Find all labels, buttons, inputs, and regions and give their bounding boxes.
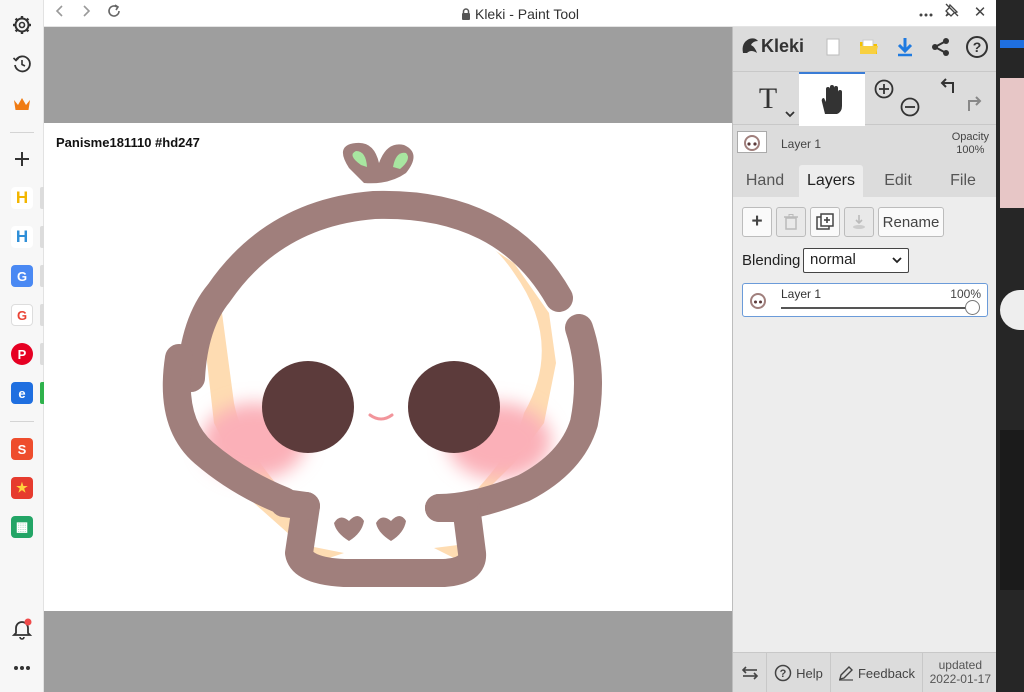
background-panel — [1000, 430, 1024, 590]
sidebar-divider — [10, 421, 34, 422]
tool-bar: T — [733, 71, 997, 126]
open-folder-icon[interactable] — [855, 33, 883, 61]
feedback-label: Feedback — [857, 665, 916, 681]
panel-topbar: Kleki ? — [733, 27, 997, 67]
more-horizontal-icon[interactable] — [916, 3, 936, 23]
lock-icon — [461, 7, 471, 23]
kleki-logo[interactable]: Kleki — [739, 35, 804, 57]
crown-icon[interactable] — [8, 90, 36, 118]
plus-icon[interactable] — [8, 145, 36, 173]
zoom-in-icon[interactable] — [873, 78, 895, 100]
chevron-down-icon — [892, 257, 902, 264]
hand-tool-button[interactable] — [799, 72, 865, 126]
more-horizontal-icon[interactable] — [8, 654, 36, 682]
redo-icon[interactable] — [963, 96, 985, 118]
help-circle-icon: ? — [774, 664, 792, 682]
unpin-icon[interactable] — [942, 3, 962, 23]
updated-info: updated 2022-01-17 — [930, 658, 991, 686]
current-layer-name: Layer 1 — [781, 137, 822, 151]
blending-label: Blending — [742, 252, 801, 269]
kleki-panel: Kleki ? T Layer 1 Opacity 100% Hand Laye… — [732, 27, 997, 692]
layer-item-name: Layer 1 — [781, 287, 822, 301]
character-artwork — [162, 142, 602, 587]
app-red-star-icon[interactable]: ★ — [8, 474, 36, 502]
duplicate-icon — [816, 213, 834, 230]
window-title: Kleki - Paint Tool — [44, 6, 996, 23]
canvas-caption: Panisme181110 #hd247 — [56, 135, 200, 150]
text-tool-button[interactable]: T — [741, 72, 795, 126]
current-layer-bar: Layer 1 Opacity 100% — [733, 125, 997, 163]
help-label: Help — [796, 665, 823, 681]
layer-item-opacity: 100% — [950, 287, 981, 301]
layer-item-thumbnail — [750, 293, 766, 309]
hand-icon — [821, 85, 842, 114]
rename-layer-button[interactable]: Rename — [878, 207, 944, 237]
zoom-out-icon[interactable] — [899, 96, 921, 118]
sheets-icon[interactable]: ▦ — [8, 513, 36, 541]
tab-hand[interactable]: Hand — [735, 165, 795, 197]
background-accent — [1000, 40, 1024, 48]
google-translate-icon[interactable]: G — [8, 262, 36, 290]
tab-edit[interactable]: Edit — [867, 165, 929, 197]
kleki-logo-icon — [742, 38, 758, 53]
history-controls — [933, 72, 993, 126]
trash-icon — [784, 214, 798, 230]
window-titlebar: Kleki - Paint Tool ✕ — [44, 0, 996, 27]
pinterest-icon[interactable]: P — [8, 340, 36, 368]
logo-text: Kleki — [761, 35, 805, 56]
help-button[interactable]: ? Help — [767, 653, 831, 692]
blending-select[interactable]: normal — [803, 248, 909, 273]
svg-text:?: ? — [973, 39, 982, 55]
undo-icon[interactable] — [937, 78, 959, 100]
background-avatar — [1000, 290, 1024, 330]
background-window-strip — [996, 0, 1024, 692]
app-h-1-icon[interactable]: H — [8, 184, 36, 212]
layers-tab-content: + Rename Blending normal Layer 1 100% — [733, 197, 997, 652]
tab-layers[interactable]: Layers — [799, 165, 863, 197]
new-file-icon[interactable] — [819, 33, 847, 61]
layer-opacity-readout[interactable]: Opacity 100% — [952, 131, 989, 157]
bell-icon[interactable] — [8, 615, 36, 643]
app-h-2-icon[interactable]: H — [8, 223, 36, 251]
opacity-value: 100% — [956, 144, 985, 156]
tab-file[interactable]: File — [933, 165, 993, 197]
add-layer-button[interactable]: + — [742, 207, 772, 237]
blending-value: normal — [810, 251, 856, 268]
layer-opacity-slider-knob[interactable] — [965, 300, 980, 315]
duplicate-layer-button[interactable] — [810, 207, 840, 237]
panel-tabs: Hand Layers Edit File — [733, 163, 997, 197]
shopee-icon[interactable]: S — [8, 435, 36, 463]
panel-bottombar: ? Help Feedback updated 2022-01-17 — [733, 652, 997, 692]
share-icon[interactable] — [927, 33, 955, 61]
help-icon[interactable]: ? — [963, 33, 991, 61]
google-icon[interactable]: G — [8, 301, 36, 329]
layer-opacity-track[interactable] — [781, 307, 971, 309]
download-icon[interactable] — [891, 33, 919, 61]
browser-sidebar: H H G G P e S ★ ▦ — [0, 0, 44, 692]
drawing-canvas[interactable]: Panisme181110 #hd247 — [44, 123, 732, 611]
chevron-down-icon — [785, 111, 795, 118]
app-blue-icon[interactable]: e — [8, 379, 36, 407]
sidebar-divider — [10, 132, 34, 133]
history-icon[interactable] — [8, 50, 36, 78]
svg-text:?: ? — [780, 668, 787, 680]
layer-thumbnail[interactable] — [737, 131, 767, 153]
text-tool-label: T — [758, 82, 778, 115]
gear-icon[interactable] — [8, 11, 36, 39]
updated-date: 2022-01-17 — [929, 672, 991, 686]
feedback-button[interactable]: Feedback — [831, 653, 923, 692]
delete-layer-button[interactable] — [776, 207, 806, 237]
background-thumbnail — [1000, 78, 1024, 208]
close-button[interactable]: ✕ — [970, 3, 990, 23]
opacity-label: Opacity — [951, 131, 989, 143]
updated-label: updated — [938, 658, 982, 672]
swap-icon[interactable] — [733, 653, 767, 692]
zoom-controls — [869, 72, 925, 126]
merge-down-button[interactable] — [844, 207, 874, 237]
window-title-text: Kleki - Paint Tool — [474, 6, 579, 22]
canvas-workspace[interactable]: Panisme181110 #hd247 — [44, 27, 732, 692]
pencil-icon — [838, 666, 853, 681]
merge-down-icon — [853, 215, 865, 229]
layer-list-item[interactable]: Layer 1 100% — [742, 283, 988, 317]
